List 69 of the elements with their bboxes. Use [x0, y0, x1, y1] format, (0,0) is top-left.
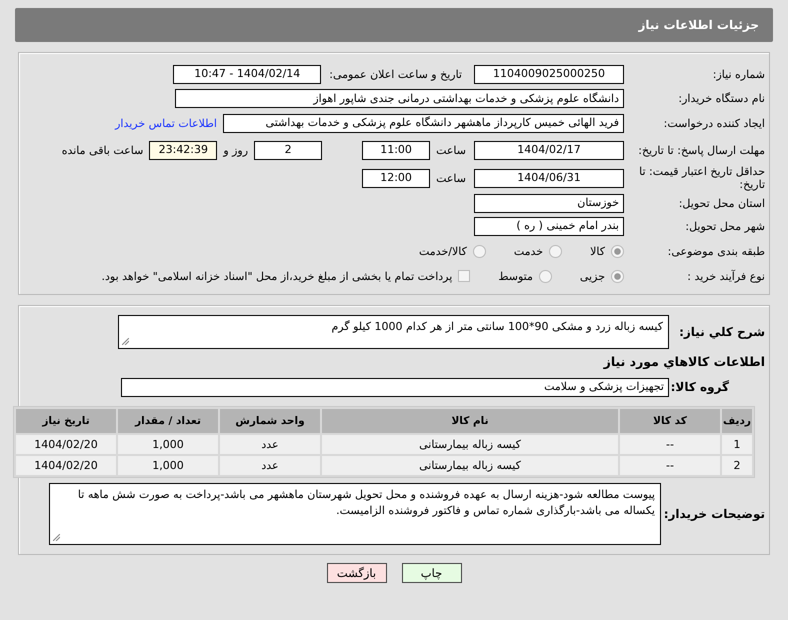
input-field[interactable]: بندر امام خمینی ( ره )	[474, 216, 624, 236]
table-cell: --	[620, 456, 720, 475]
section-heading: اطلاعات کالاهاي مورد نياز	[604, 354, 766, 368]
remaining-label: ساعت باقی مانده	[62, 144, 144, 156]
resize-grip-icon[interactable]	[53, 534, 60, 541]
field-label: طبقه بندی موضوعی:	[666, 244, 766, 258]
input-field[interactable]: 11:00	[362, 140, 430, 160]
table-cell: 1	[722, 435, 752, 454]
field-label: شماره نیاز:	[712, 68, 766, 80]
option-label: متوسط	[498, 270, 533, 282]
column-header: واحد شمارش	[220, 409, 320, 433]
description-textarea[interactable]: کیسه زباله زرد و مشکی 90*100 سانتی متر از هر کدام 1000 کیلو گرم	[118, 315, 669, 349]
print-button[interactable]: چاپ	[402, 563, 462, 583]
table-cell: کیسه زباله بیمارستانی	[322, 456, 618, 475]
table-cell: عدد	[220, 435, 320, 454]
table-cell: 1,000	[118, 456, 218, 475]
input-field[interactable]: 12:00	[362, 168, 430, 188]
option-label: جزیی	[580, 270, 605, 282]
option-label: خدمت	[514, 244, 544, 258]
option-label: کالا/خدمت	[419, 244, 467, 258]
column-header: رديف	[722, 409, 752, 433]
table-cell: 1,000	[118, 435, 218, 454]
input-field[interactable]: تجهیزات پزشکی و سلامت	[121, 378, 669, 396]
checkbox-label: پرداخت تمام یا بخشی از مبلغ خرید،از محل "اسناد خزانه اسلامی" خواهد بود.	[102, 270, 452, 282]
input-field[interactable]: فرید الهائی خمیس کارپرداز ماهشهر دانشگاه علوم پزشکی و خدمات بهداشتی	[223, 114, 624, 132]
option-label: کالا	[590, 244, 605, 258]
input-field[interactable]: خوزستان	[474, 194, 624, 212]
field-label: توضیحات خریدار:	[662, 508, 766, 520]
column-header: کد کالا	[620, 409, 720, 433]
table-cell: --	[620, 435, 720, 454]
table-cell: عدد	[220, 456, 320, 475]
input-field[interactable]: دانشگاه علوم پزشکی و خدمات بهداشتی درمانی جندی شاپور اهواز	[175, 89, 624, 108]
table-cell: 1404/02/20	[16, 435, 116, 454]
resize-grip-icon[interactable]	[122, 338, 129, 345]
radio-button[interactable]	[549, 244, 562, 258]
field-label: نام دستگاه خریدار:	[677, 92, 766, 105]
radio-button[interactable]	[611, 270, 624, 282]
field-label: شرح کلي نياز:	[678, 326, 766, 338]
field-label: مهلت ارسال پاسخ: تا تاریخ:	[637, 144, 766, 156]
input-field[interactable]: 1404/02/14 - 10:47	[173, 64, 322, 84]
table-cell: کیسه زباله بیمارستانی	[322, 435, 618, 454]
column-header: نام کالا	[322, 409, 618, 433]
page-title: جزئیات اطلاعات نیاز	[638, 18, 759, 32]
input-field[interactable]: 2	[254, 140, 322, 160]
column-header: تاريخ نياز	[16, 409, 116, 433]
field-label: نوع فرآیند خرید :	[686, 270, 766, 282]
table-cell: 2	[722, 456, 752, 475]
table-cell: 1404/02/20	[16, 456, 116, 475]
field-label: گروه کالا:	[670, 380, 730, 394]
column-header: تعداد / مقدار	[118, 409, 218, 433]
field-label: شهر محل تحویل:	[684, 220, 766, 232]
time-label: ساعت	[436, 144, 466, 156]
radio-button[interactable]	[472, 244, 486, 258]
input-field[interactable]: 1404/02/17	[474, 140, 624, 160]
radio-button[interactable]	[538, 270, 552, 282]
back-button[interactable]: بازگشت	[326, 563, 386, 583]
days-label: روز و	[223, 144, 248, 156]
countdown-field[interactable]: 23:42:39	[149, 140, 218, 160]
field-label: حداقل تاریخ اعتبار قیمت: تا تاریخ:	[638, 165, 766, 191]
checkbox[interactable]	[458, 270, 470, 282]
time-label: ساعت	[436, 172, 466, 184]
input-field[interactable]: 1104009025000250	[474, 64, 624, 84]
notes-textarea[interactable]: پیوست مطالعه شود-هزینه ارسال به عهده فروشنده و محل تحویل شهرستان ماهشهر می باشد-پرداخت به صورت شش ماهه تا یکساله می باشد-بارگذاری شماره تماس و فاکتور فروشنده الزامیست.	[49, 483, 661, 545]
field-label: ایجاد کننده درخواست:	[662, 116, 766, 130]
contact-link[interactable]: اطلاعات تماس خریدار	[115, 116, 217, 130]
field-label: تاریخ و ساعت اعلان عمومی:	[329, 68, 463, 80]
radio-button[interactable]	[611, 244, 624, 258]
input-field[interactable]: 1404/06/31	[474, 168, 624, 188]
field-label: استان محل تحویل:	[678, 196, 766, 210]
